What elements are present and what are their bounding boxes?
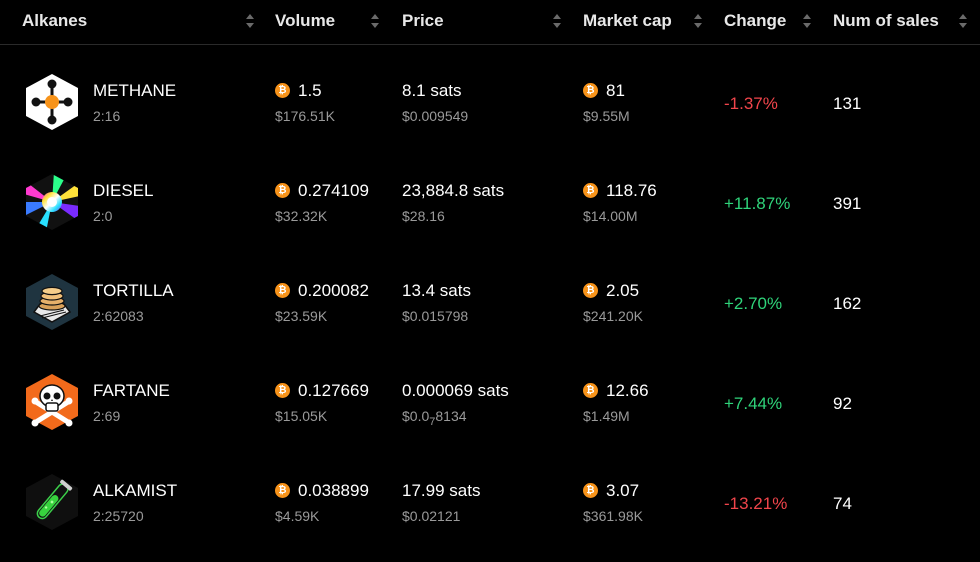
- change-value: +2.70%: [724, 294, 783, 313]
- table-header: Alkanes Volume Price Market cap Change N…: [0, 0, 980, 45]
- market-cap-usd: $9.55M: [583, 108, 630, 124]
- volume-btc: 0.038899: [298, 481, 369, 500]
- market-cap-value: 2.05: [583, 281, 639, 301]
- market-cap-value: 81: [583, 81, 625, 101]
- column-header-alkanes[interactable]: Alkanes: [22, 0, 87, 44]
- market-cap-usd: $1.49M: [583, 408, 630, 424]
- bitcoin-icon: [583, 383, 598, 398]
- column-header-market-cap[interactable]: Market cap: [583, 0, 672, 44]
- num-of-sales: 92: [833, 394, 852, 413]
- bitcoin-icon: [275, 483, 290, 498]
- volume-usd: $32.32K: [275, 208, 328, 224]
- price-usd: $0.02121: [402, 508, 461, 524]
- bitcoin-icon: [583, 283, 598, 298]
- bitcoin-icon: [275, 83, 290, 98]
- price-sats: 13.4 sats: [402, 281, 471, 300]
- price-usd: $0.078134: [402, 408, 467, 428]
- volume-btc: 0.127669: [298, 381, 369, 400]
- column-header-price[interactable]: Price: [402, 0, 444, 44]
- change-value: -1.37%: [724, 94, 778, 113]
- token-id: 2:0: [93, 208, 113, 224]
- market-cap-value: 12.66: [583, 381, 649, 401]
- change-value: -13.21%: [724, 494, 788, 513]
- volume-btc: 0.274109: [298, 181, 369, 200]
- price-sats: 8.1 sats: [402, 81, 462, 100]
- volume-usd: $176.51K: [275, 108, 335, 124]
- table-row[interactable]: TORTILLA 2:62083 0.200082 $23.59K 13.4 s…: [0, 252, 980, 352]
- num-of-sales: 131: [833, 94, 862, 113]
- column-header-num-of-sales[interactable]: Num of sales: [833, 0, 939, 44]
- bitcoin-icon: [275, 283, 290, 298]
- volume-value: 0.200082: [275, 281, 369, 301]
- tortilla-stack-icon: [24, 272, 80, 332]
- bitcoin-icon: [275, 383, 290, 398]
- token-name[interactable]: FARTANE: [93, 381, 170, 401]
- table-row[interactable]: FARTANE 2:69 0.127669 $15.05K 0.000069 s…: [0, 352, 980, 452]
- num-of-sales: 162: [833, 294, 862, 313]
- volume-value: 0.127669: [275, 381, 369, 401]
- token-id: 2:25720: [93, 508, 144, 524]
- market-cap-value: 3.07: [583, 481, 639, 501]
- sort-price-icon[interactable]: [552, 13, 562, 29]
- bitcoin-icon: [275, 183, 290, 198]
- price-sats: 23,884.8 sats: [402, 181, 505, 200]
- bitcoin-icon: [583, 183, 598, 198]
- methane-molecule-icon: [24, 72, 80, 132]
- market-cap-usd: $361.98K: [583, 508, 643, 524]
- market-cap-btc: 12.66: [606, 381, 649, 400]
- market-cap-btc: 118.76: [606, 181, 657, 200]
- price-usd: $0.015798: [402, 308, 469, 324]
- token-name[interactable]: DIESEL: [93, 181, 153, 201]
- change-value: +11.87%: [724, 194, 791, 213]
- volume-value: 0.274109: [275, 181, 369, 201]
- volume-usd: $23.59K: [275, 308, 328, 324]
- volume-value: 0.038899: [275, 481, 369, 501]
- table-row[interactable]: METHANE 2:16 1.5 $176.51K 8.1 sats $0.00…: [0, 52, 980, 152]
- token-name[interactable]: TORTILLA: [93, 281, 174, 301]
- table-row[interactable]: ALKAMIST 2:25720 0.038899 $4.59K 17.99 s…: [0, 452, 980, 552]
- market-cap-btc: 81: [606, 81, 625, 100]
- bitcoin-icon: [583, 83, 598, 98]
- sort-num-of-sales-icon[interactable]: [958, 13, 968, 29]
- sort-alkanes-icon[interactable]: [245, 13, 255, 29]
- test-tube-icon: [24, 472, 80, 532]
- token-name[interactable]: METHANE: [93, 81, 176, 101]
- token-id: 2:69: [93, 408, 121, 424]
- volume-usd: $15.05K: [275, 408, 328, 424]
- sort-change-icon[interactable]: [802, 13, 812, 29]
- price-usd: $28.16: [402, 208, 445, 224]
- num-of-sales: 74: [833, 494, 852, 513]
- table-row[interactable]: DIESEL 2:0 0.274109 $32.32K 23,884.8 sat…: [0, 152, 980, 252]
- diesel-rainbow-icon: [24, 172, 80, 232]
- market-cap-btc: 3.07: [606, 481, 640, 500]
- token-id: 2:16: [93, 108, 121, 124]
- column-header-change[interactable]: Change: [724, 0, 786, 44]
- volume-usd: $4.59K: [275, 508, 320, 524]
- token-name[interactable]: ALKAMIST: [93, 481, 177, 501]
- market-cap-usd: $14.00M: [583, 208, 638, 224]
- skull-crossbones-icon: [24, 372, 80, 432]
- num-of-sales: 391: [833, 194, 862, 213]
- change-value: +7.44%: [724, 394, 783, 413]
- volume-btc: 1.5: [298, 81, 322, 100]
- volume-value: 1.5: [275, 81, 322, 101]
- market-cap-btc: 2.05: [606, 281, 640, 300]
- price-sats: 0.000069 sats: [402, 381, 509, 400]
- price-usd-digits: 8134: [435, 408, 467, 424]
- price-usd: $0.009549: [402, 108, 469, 124]
- market-cap-value: 118.76: [583, 181, 657, 201]
- price-usd-prefix: $0.0: [402, 408, 430, 424]
- bitcoin-icon: [583, 483, 598, 498]
- column-header-volume[interactable]: Volume: [275, 0, 335, 44]
- market-cap-usd: $241.20K: [583, 308, 643, 324]
- sort-market-cap-icon[interactable]: [693, 13, 703, 29]
- sort-volume-icon[interactable]: [370, 13, 380, 29]
- token-id: 2:62083: [93, 308, 144, 324]
- price-sats: 17.99 sats: [402, 481, 481, 500]
- volume-btc: 0.200082: [298, 281, 369, 300]
